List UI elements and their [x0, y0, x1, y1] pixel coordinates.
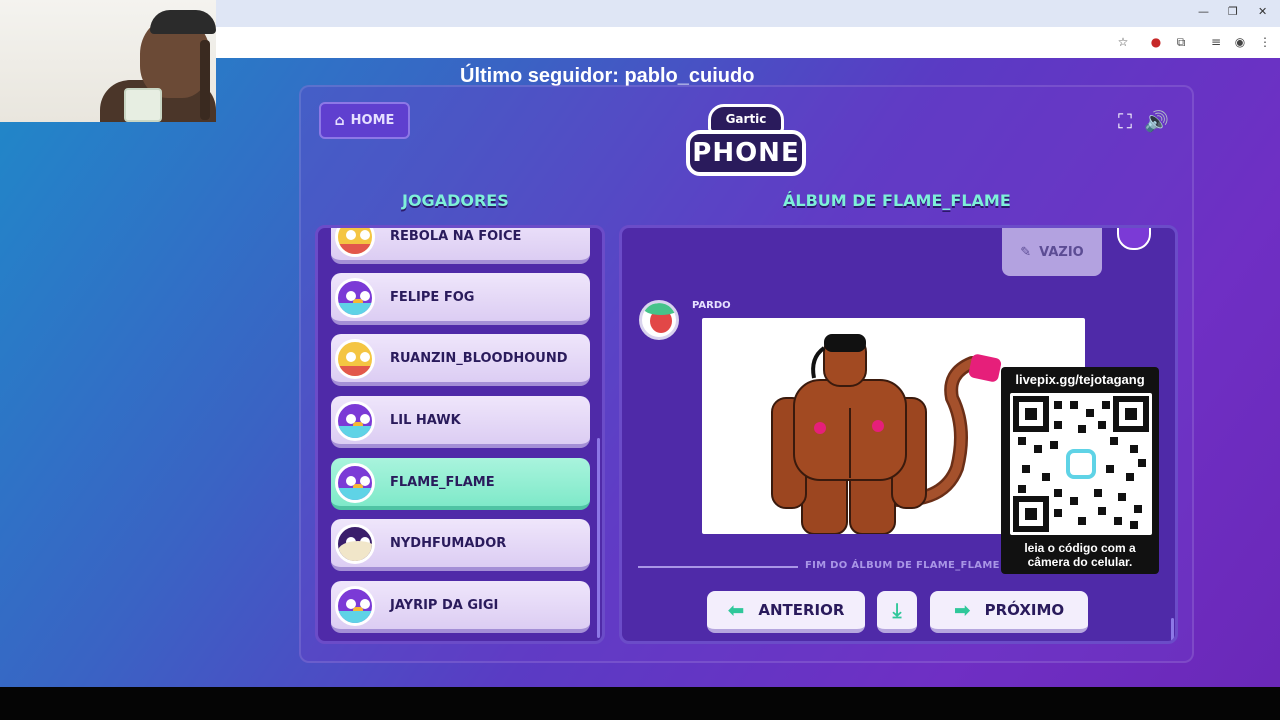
fullscreen-icon[interactable]: ⛶: [1118, 109, 1132, 133]
player-name: LIL HAWK: [390, 413, 461, 428]
browser-menu-icon[interactable]: ⋮: [1258, 35, 1272, 49]
restore-icon[interactable]: ❐: [1228, 5, 1238, 18]
player-avatar: [335, 278, 375, 318]
players-scrollbar[interactable]: [597, 438, 600, 638]
streamer-cap: [150, 10, 216, 34]
qr-caption: leia o código com a câmera do celular.: [1001, 541, 1159, 569]
album-heading: ÁLBUM DE FLAME_FLAME: [783, 191, 1011, 210]
next-label: PRÓXIMO: [984, 601, 1065, 619]
streamer-cup: [124, 88, 162, 122]
extension-badge-icon[interactable]: ●: [1149, 35, 1163, 49]
media-control-icon[interactable]: ≡: [1209, 35, 1223, 49]
player-item[interactable]: LIL HAWK: [331, 396, 590, 448]
player-avatar: [335, 228, 375, 257]
gartic-phone-logo: Gartic PHONE: [686, 104, 806, 176]
logo-main-text: PHONE: [686, 130, 806, 176]
extensions-puzzle-icon[interactable]: ⧉: [1174, 35, 1188, 49]
player-avatar: [335, 339, 375, 379]
album-scrollbar[interactable]: [1171, 618, 1174, 641]
player-item-active[interactable]: FLAME_FLAME: [331, 458, 590, 510]
vazio-label: VAZIO: [1039, 244, 1084, 260]
bookmark-star-icon[interactable]: ☆: [1116, 35, 1130, 49]
arrow-right-icon: ➡: [953, 598, 971, 622]
player-item[interactable]: RUANZIN_BLOODHOUND: [331, 334, 590, 386]
player-name: FELIPE FOG: [390, 290, 475, 305]
qr-url-text: livepix.gg/tejotagang: [1015, 372, 1145, 387]
player-name: REBOLA NA FOICE: [390, 229, 522, 244]
webcam-overlay: [0, 0, 216, 122]
minimize-icon[interactable]: —: [1198, 5, 1209, 18]
player-name: FLAME_FLAME: [390, 475, 495, 490]
qr-code-image: [1010, 393, 1152, 535]
taskbar-strip: [0, 687, 1280, 720]
home-label: HOME: [350, 113, 395, 128]
previous-label: ANTERIOR: [758, 601, 845, 619]
player-item[interactable]: JAYRIP DA GIGI: [331, 581, 590, 633]
pardo-avatar: [639, 300, 679, 340]
album-end-label: FIM DO ÁLBUM DE FLAME_FLAME: [805, 560, 1000, 571]
browser-tab-strip: [216, 0, 1280, 27]
album-end-divider: [638, 566, 798, 568]
pencil-icon: ✎: [1020, 244, 1032, 260]
home-button[interactable]: ⌂ HOME: [319, 102, 410, 139]
home-icon: ⌂: [334, 112, 345, 129]
players-panel[interactable]: REBOLA NA FOICE FELIPE FOG RUANZIN_BLOOD…: [315, 225, 605, 644]
qr-caption-line2: câmera do celular.: [1027, 555, 1133, 569]
player-avatar: [1117, 228, 1151, 250]
profile-avatar-icon[interactable]: ◉: [1233, 35, 1247, 49]
player-name: NYDHFUMADOR: [390, 536, 507, 551]
player-name: RUANZIN_BLOODHOUND: [390, 351, 568, 366]
player-item[interactable]: REBOLA NA FOICE: [331, 228, 590, 264]
close-icon[interactable]: ✕: [1258, 5, 1267, 18]
player-name: JAYRIP DA GIGI: [390, 598, 499, 613]
players-heading: JOGADORES: [402, 191, 509, 210]
player-avatar: [335, 586, 375, 626]
player-item[interactable]: FELIPE FOG: [331, 273, 590, 325]
download-icon: ⤓: [892, 598, 902, 622]
previous-button[interactable]: ⬅ ANTERIOR: [707, 591, 865, 633]
top-right-controls: ⛶ 🔊: [1118, 109, 1169, 133]
player-avatar: [335, 463, 375, 503]
vazio-card: ✎ VAZIO: [1002, 228, 1102, 276]
streamer-hair: [200, 40, 210, 120]
arrow-left-icon: ⬅: [727, 598, 745, 622]
player-item[interactable]: NYDHFUMADOR: [331, 519, 590, 571]
livepix-qr-overlay: livepix.gg/tejotagang leia o código com …: [1001, 367, 1159, 574]
player-avatar: [335, 401, 375, 441]
volume-icon[interactable]: 🔊: [1144, 109, 1169, 133]
next-button[interactable]: ➡ PRÓXIMO: [930, 591, 1088, 633]
qr-caption-line1: leia o código com a: [1024, 541, 1136, 555]
album-author-label: PARDO: [692, 300, 731, 311]
download-button[interactable]: ⤓: [877, 591, 917, 633]
player-avatar: [335, 524, 375, 564]
